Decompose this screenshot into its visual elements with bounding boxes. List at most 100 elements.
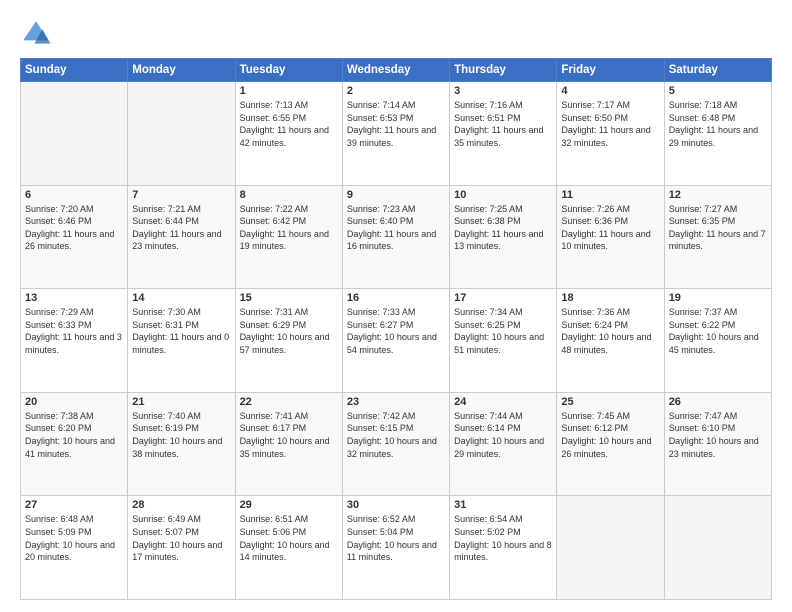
- day-number: 23: [347, 396, 445, 408]
- day-number: 25: [561, 396, 659, 408]
- page: SundayMondayTuesdayWednesdayThursdayFrid…: [0, 0, 792, 612]
- calendar-cell: 5 Sunrise: 7:18 AM Sunset: 6:48 PM Daylig…: [664, 82, 771, 186]
- day-info: Sunrise: 7:40 AM Sunset: 6:19 PM Dayligh…: [132, 410, 230, 460]
- day-number: 21: [132, 396, 230, 408]
- day-number: 15: [240, 292, 338, 304]
- day-info: Sunrise: 6:49 AM Sunset: 5:07 PM Dayligh…: [132, 513, 230, 563]
- day-header-friday: Friday: [557, 59, 664, 82]
- day-number: 28: [132, 499, 230, 511]
- week-row-5: 27 Sunrise: 6:48 AM Sunset: 5:09 PM Dayli…: [21, 496, 772, 600]
- calendar-cell: 29 Sunrise: 6:51 AM Sunset: 5:06 PM Dayli…: [235, 496, 342, 600]
- day-info: Sunrise: 7:21 AM Sunset: 6:44 PM Dayligh…: [132, 203, 230, 253]
- day-info: Sunrise: 7:41 AM Sunset: 6:17 PM Dayligh…: [240, 410, 338, 460]
- calendar-cell: 14 Sunrise: 7:30 AM Sunset: 6:31 PM Dayli…: [128, 289, 235, 393]
- day-info: Sunrise: 7:34 AM Sunset: 6:25 PM Dayligh…: [454, 306, 552, 356]
- day-info: Sunrise: 7:37 AM Sunset: 6:22 PM Dayligh…: [669, 306, 767, 356]
- calendar-cell: 30Sunrise: 6:52 AM Sunset: 5:04 PM Dayli…: [342, 496, 449, 600]
- calendar-cell: 26 Sunrise: 7:47 AM Sunset: 6:10 PM Dayli…: [664, 392, 771, 496]
- day-info: Sunrise: 6:48 AM Sunset: 5:09 PM Dayligh…: [25, 513, 123, 563]
- day-header-saturday: Saturday: [664, 59, 771, 82]
- calendar-cell: 15 Sunrise: 7:31 AM Sunset: 6:29 PM Dayli…: [235, 289, 342, 393]
- calendar-cell: 25 Sunrise: 7:45 AM Sunset: 6:12 PM Dayli…: [557, 392, 664, 496]
- calendar-cell: 27 Sunrise: 6:48 AM Sunset: 5:09 PM Dayli…: [21, 496, 128, 600]
- day-info: Sunrise: 7:44 AM Sunset: 6:14 PM Dayligh…: [454, 410, 552, 460]
- calendar-cell: [557, 496, 664, 600]
- calendar-cell: 9Sunrise: 7:23 AM Sunset: 6:40 PM Daylig…: [342, 185, 449, 289]
- calendar-cell: 21 Sunrise: 7:40 AM Sunset: 6:19 PM Dayli…: [128, 392, 235, 496]
- calendar-cell: [664, 496, 771, 600]
- day-number: 6: [25, 189, 123, 201]
- day-number: 19: [669, 292, 767, 304]
- calendar-cell: [21, 82, 128, 186]
- calendar-cell: 31 Sunrise: 6:54 AM Sunset: 5:02 PM Dayli…: [450, 496, 557, 600]
- calendar-cell: 18 Sunrise: 7:36 AM Sunset: 6:24 PM Dayli…: [557, 289, 664, 393]
- calendar-cell: 16Sunrise: 7:33 AM Sunset: 6:27 PM Dayli…: [342, 289, 449, 393]
- day-number: 11: [561, 189, 659, 201]
- calendar-header-row: SundayMondayTuesdayWednesdayThursdayFrid…: [21, 59, 772, 82]
- calendar-cell: 7 Sunrise: 7:21 AM Sunset: 6:44 PM Daylig…: [128, 185, 235, 289]
- calendar-cell: 22 Sunrise: 7:41 AM Sunset: 6:17 PM Dayli…: [235, 392, 342, 496]
- calendar-cell: 28 Sunrise: 6:49 AM Sunset: 5:07 PM Dayli…: [128, 496, 235, 600]
- day-info: Sunrise: 6:54 AM Sunset: 5:02 PM Dayligh…: [454, 513, 552, 563]
- day-number: 26: [669, 396, 767, 408]
- calendar-cell: 10Sunrise: 7:25 AM Sunset: 6:38 PM Dayli…: [450, 185, 557, 289]
- calendar-cell: [128, 82, 235, 186]
- calendar-table: SundayMondayTuesdayWednesdayThursdayFrid…: [20, 58, 772, 600]
- day-info: Sunrise: 7:17 AM Sunset: 6:50 PM Dayligh…: [561, 99, 659, 149]
- day-number: 31: [454, 499, 552, 511]
- day-number: 30: [347, 499, 445, 511]
- day-number: 14: [132, 292, 230, 304]
- day-info: Sunrise: 7:45 AM Sunset: 6:12 PM Dayligh…: [561, 410, 659, 460]
- day-number: 8: [240, 189, 338, 201]
- calendar-cell: 11 Sunrise: 7:26 AM Sunset: 6:36 PM Dayli…: [557, 185, 664, 289]
- calendar-cell: 1 Sunrise: 7:13 AM Sunset: 6:55 PM Daylig…: [235, 82, 342, 186]
- calendar-cell: 19 Sunrise: 7:37 AM Sunset: 6:22 PM Dayli…: [664, 289, 771, 393]
- logo-icon: [20, 18, 52, 50]
- day-info: Sunrise: 7:13 AM Sunset: 6:55 PM Dayligh…: [240, 99, 338, 149]
- day-number: 22: [240, 396, 338, 408]
- day-info: Sunrise: 7:25 AM Sunset: 6:38 PM Dayligh…: [454, 203, 552, 253]
- calendar-cell: 20 Sunrise: 7:38 AM Sunset: 6:20 PM Dayli…: [21, 392, 128, 496]
- week-row-3: 13Sunrise: 7:29 AM Sunset: 6:33 PM Dayli…: [21, 289, 772, 393]
- day-number: 4: [561, 85, 659, 97]
- day-info: Sunrise: 7:20 AM Sunset: 6:46 PM Dayligh…: [25, 203, 123, 253]
- week-row-4: 20 Sunrise: 7:38 AM Sunset: 6:20 PM Dayli…: [21, 392, 772, 496]
- day-info: Sunrise: 7:30 AM Sunset: 6:31 PM Dayligh…: [132, 306, 230, 356]
- week-row-2: 6 Sunrise: 7:20 AM Sunset: 6:46 PM Daylig…: [21, 185, 772, 289]
- calendar-cell: 2Sunrise: 7:14 AM Sunset: 6:53 PM Daylig…: [342, 82, 449, 186]
- day-header-wednesday: Wednesday: [342, 59, 449, 82]
- day-header-sunday: Sunday: [21, 59, 128, 82]
- calendar-cell: 17Sunrise: 7:34 AM Sunset: 6:25 PM Dayli…: [450, 289, 557, 393]
- day-number: 27: [25, 499, 123, 511]
- day-info: Sunrise: 7:16 AM Sunset: 6:51 PM Dayligh…: [454, 99, 552, 149]
- day-info: Sunrise: 7:22 AM Sunset: 6:42 PM Dayligh…: [240, 203, 338, 253]
- day-number: 2: [347, 85, 445, 97]
- day-header-tuesday: Tuesday: [235, 59, 342, 82]
- day-info: Sunrise: 7:26 AM Sunset: 6:36 PM Dayligh…: [561, 203, 659, 253]
- calendar-cell: 4 Sunrise: 7:17 AM Sunset: 6:50 PM Daylig…: [557, 82, 664, 186]
- day-info: Sunrise: 7:47 AM Sunset: 6:10 PM Dayligh…: [669, 410, 767, 460]
- day-info: Sunrise: 7:36 AM Sunset: 6:24 PM Dayligh…: [561, 306, 659, 356]
- day-number: 18: [561, 292, 659, 304]
- day-number: 29: [240, 499, 338, 511]
- calendar-cell: 12Sunrise: 7:27 AM Sunset: 6:35 PM Dayli…: [664, 185, 771, 289]
- day-info: Sunrise: 7:38 AM Sunset: 6:20 PM Dayligh…: [25, 410, 123, 460]
- day-info: Sunrise: 7:23 AM Sunset: 6:40 PM Dayligh…: [347, 203, 445, 253]
- day-header-monday: Monday: [128, 59, 235, 82]
- day-number: 1: [240, 85, 338, 97]
- day-number: 12: [669, 189, 767, 201]
- day-info: Sunrise: 6:51 AM Sunset: 5:06 PM Dayligh…: [240, 513, 338, 563]
- week-row-1: 1 Sunrise: 7:13 AM Sunset: 6:55 PM Daylig…: [21, 82, 772, 186]
- day-number: 20: [25, 396, 123, 408]
- calendar-cell: 3 Sunrise: 7:16 AM Sunset: 6:51 PM Daylig…: [450, 82, 557, 186]
- logo: [20, 18, 56, 50]
- calendar-cell: 23Sunrise: 7:42 AM Sunset: 6:15 PM Dayli…: [342, 392, 449, 496]
- day-number: 3: [454, 85, 552, 97]
- day-info: Sunrise: 7:18 AM Sunset: 6:48 PM Dayligh…: [669, 99, 767, 149]
- day-number: 7: [132, 189, 230, 201]
- day-number: 24: [454, 396, 552, 408]
- day-info: Sunrise: 7:31 AM Sunset: 6:29 PM Dayligh…: [240, 306, 338, 356]
- day-info: Sunrise: 7:33 AM Sunset: 6:27 PM Dayligh…: [347, 306, 445, 356]
- day-number: 5: [669, 85, 767, 97]
- day-header-thursday: Thursday: [450, 59, 557, 82]
